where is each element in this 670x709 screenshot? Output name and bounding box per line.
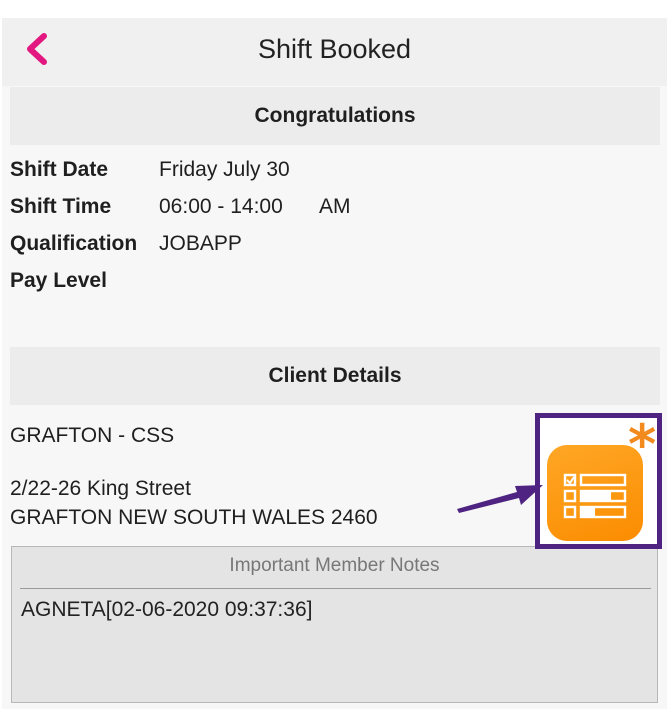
qualification-value: JOBAPP xyxy=(159,232,242,255)
asterisk-marker: * xyxy=(628,413,657,476)
qualification-label: Qualification xyxy=(10,232,138,255)
member-notes-text: AGNETA[02-06-2020 09:37:36] xyxy=(21,598,313,621)
arrow-icon xyxy=(457,485,543,513)
member-notes-box: Important Member Notes AGNETA[02-06-2020… xyxy=(11,546,658,703)
client-address-line2: GRAFTON NEW SOUTH WALES 2460 xyxy=(10,506,378,529)
pay-level-label: Pay Level xyxy=(10,269,107,292)
member-notes-title: Important Member Notes xyxy=(229,555,440,576)
shift-date-value: Friday July 30 xyxy=(159,158,290,181)
client-details-header: Client Details xyxy=(10,347,660,405)
page-title: Shift Booked xyxy=(257,34,412,64)
client-name: GRAFTON - CSS xyxy=(10,424,175,447)
congratulations-header: Congratulations xyxy=(10,87,660,145)
member-notes-divider xyxy=(20,588,651,589)
shift-time-value: 06:00 - 14:00 xyxy=(159,195,283,218)
shift-time-ampm: AM xyxy=(319,195,351,218)
shift-time-label: Shift Time xyxy=(10,195,112,218)
shift-date-label: Shift Date xyxy=(10,158,109,181)
app-screen: Shift Booked Congratulations Shift Date … xyxy=(2,18,667,709)
client-address-line1: 2/22-26 King Street xyxy=(10,477,191,500)
nav-bar: Shift Booked xyxy=(2,18,667,86)
